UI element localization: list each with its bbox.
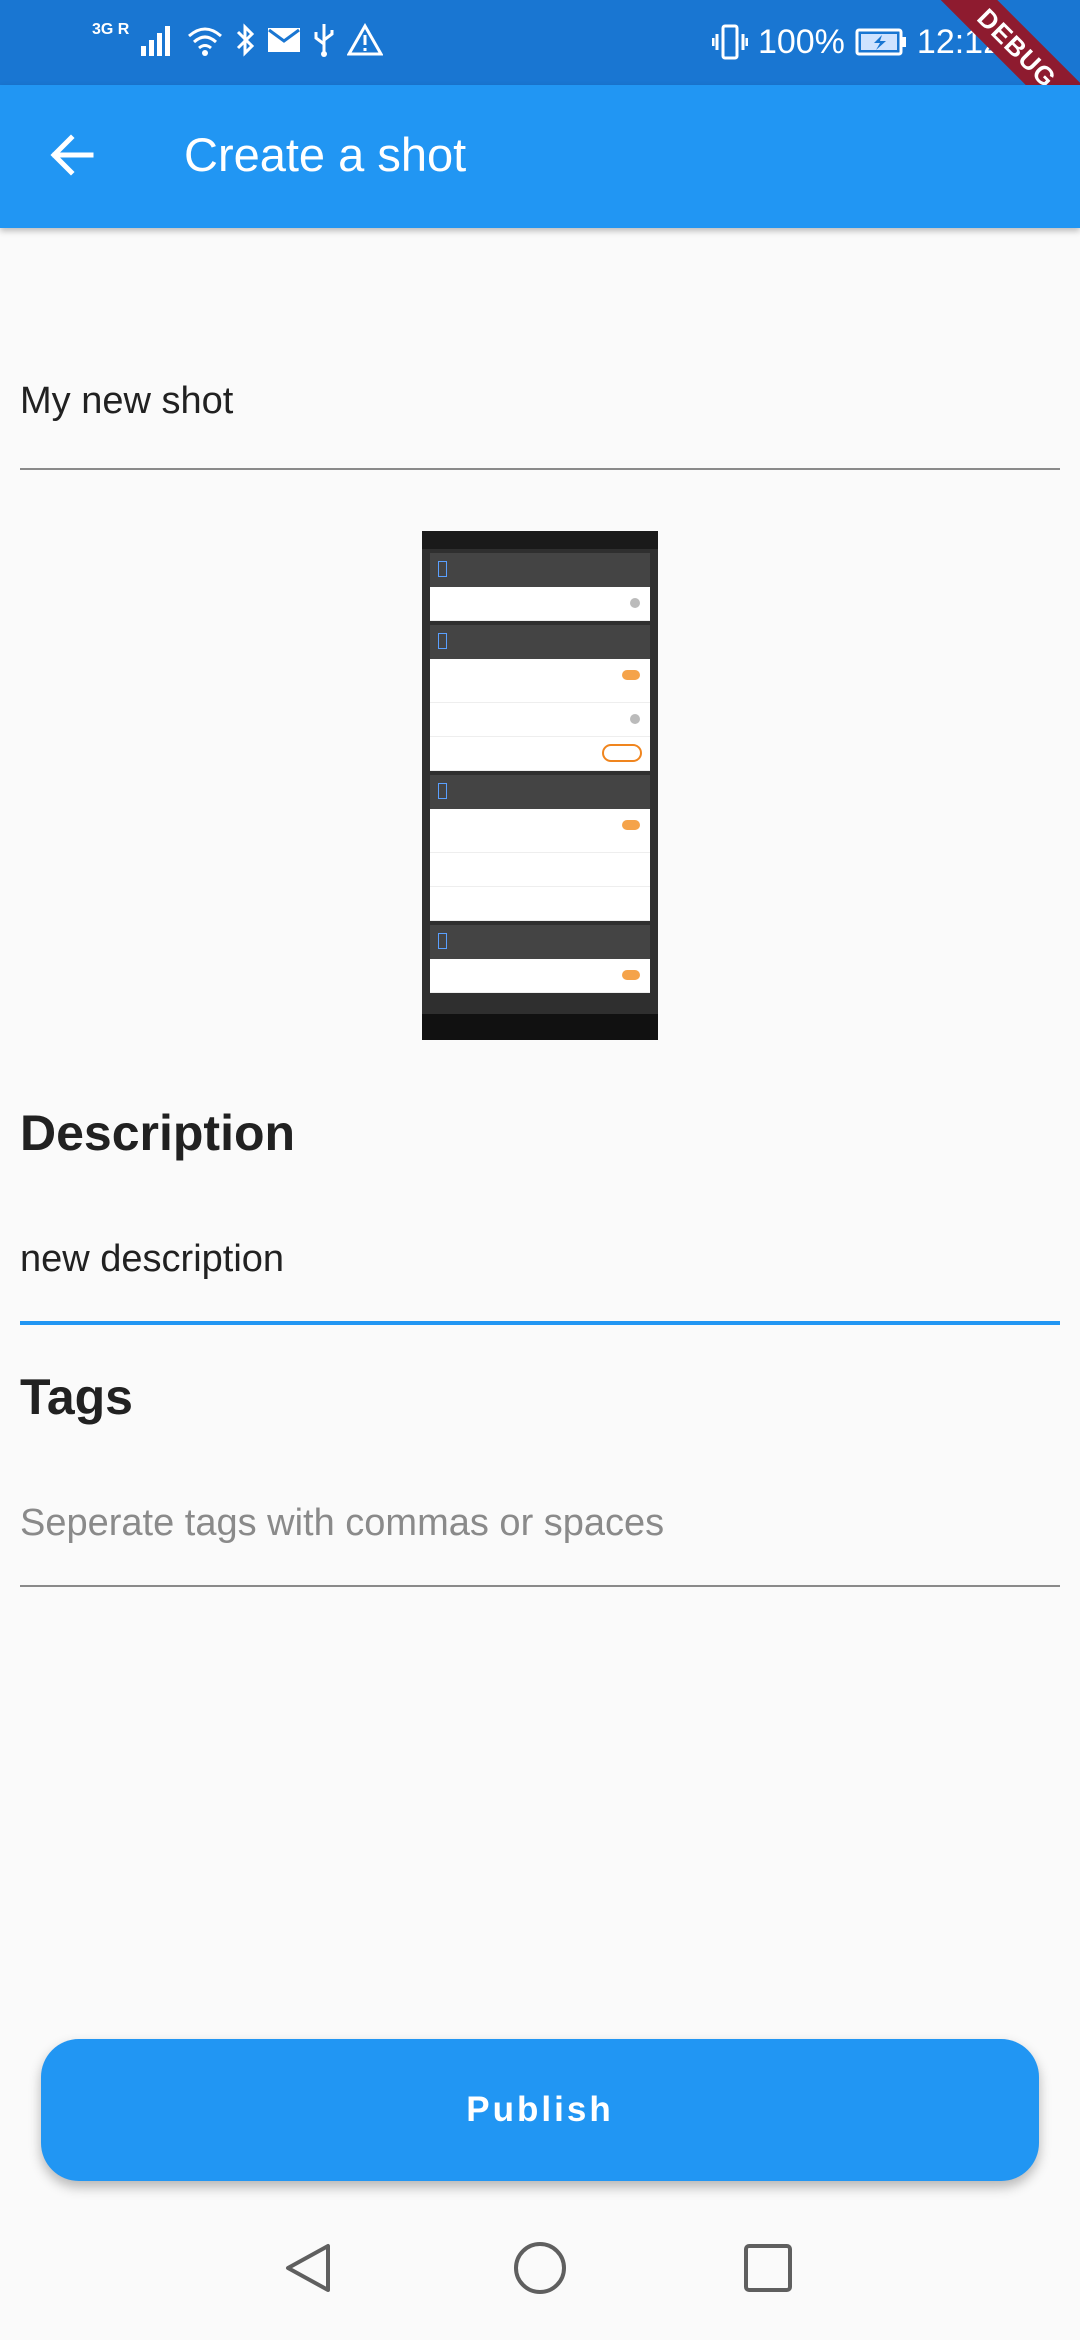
usb-icon [314,24,334,57]
status-icons-left: 3G R [92,21,384,58]
preview-card-header [430,775,650,809]
tags-input-placeholder: Seperate tags with commas or spaces [20,1502,665,1544]
description-field[interactable]: new description [20,1238,1060,1328]
preview-status-strip [422,531,658,549]
nav-recents-button[interactable] [728,2228,808,2308]
tags-heading: Tags [20,1369,133,1425]
nav-home-button[interactable] [500,2228,580,2308]
description-heading: Description [20,1105,296,1161]
shot-preview-image[interactable] [422,531,658,1040]
system-nav-bar [0,2200,1080,2340]
nav-recents-icon [744,2244,792,2292]
tags-underline [20,1585,1060,1587]
preview-row [430,887,650,921]
nav-back-icon [286,2244,330,2292]
title-field[interactable]: My new shot [20,380,1060,472]
status-bar: 3G R 100% 12:12 [0,0,1080,85]
status-icons-right: 100% 12:12 [711,20,1002,64]
tags-field[interactable]: Seperate tags with commas or spaces [20,1502,1060,1592]
preview-card-header [430,925,650,959]
preview-row [430,737,650,771]
publish-button[interactable]: Publish [41,2039,1039,2181]
vibrate-icon [711,24,748,60]
network-label: 3G R [92,21,130,38]
warning-icon [347,23,384,56]
arrow-left-icon [50,134,94,176]
preview-row [430,809,650,853]
preview-row [430,959,650,993]
preview-card-header [430,553,650,587]
title-input-value: My new shot [20,380,234,422]
preview-row [430,703,650,737]
preview-row [430,659,650,703]
wifi-icon [188,27,223,56]
battery-charging-icon [855,28,906,56]
description-underline [20,1321,1060,1325]
preview-row [430,587,650,621]
preview-nav-strip [422,1014,658,1040]
nav-home-icon [514,2242,566,2294]
back-button[interactable] [42,125,102,185]
bluetooth-icon [237,23,255,57]
nav-back-button[interactable] [268,2228,348,2308]
preview-row [430,853,650,887]
app-bar: Create a shot [0,85,1080,228]
title-underline [20,468,1060,470]
description-input-value: new description [20,1238,285,1280]
battery-percent: 100% [757,23,845,61]
mail-icon [268,28,301,52]
preview-card-header [430,625,650,659]
signal-icon [141,26,171,56]
page-title: Create a shot [184,128,467,181]
